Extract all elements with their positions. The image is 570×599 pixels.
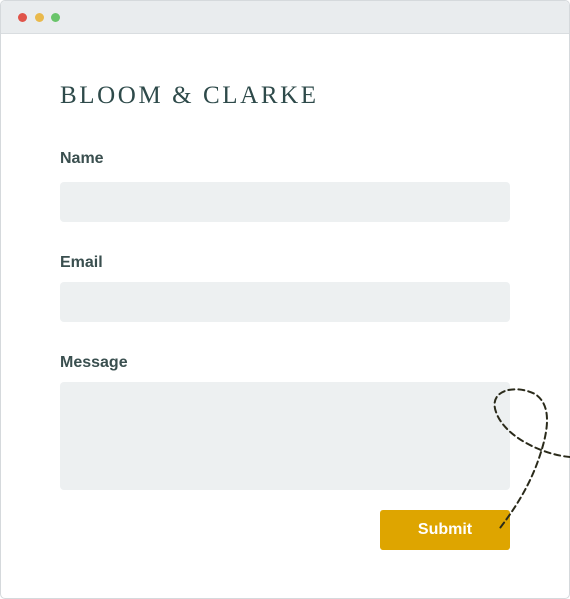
submit-button[interactable]: Submit [380,510,510,550]
name-input[interactable] [60,182,510,222]
maximize-window-icon[interactable] [51,13,60,22]
email-label: Email [60,254,103,271]
brand-logo: BLOOM & CLARKE [60,82,319,109]
message-label: Message [60,354,128,371]
name-label: Name [60,150,104,167]
minimize-window-icon[interactable] [35,13,44,22]
window-titlebar [1,1,569,34]
close-window-icon[interactable] [18,13,27,22]
email-input[interactable] [60,282,510,322]
message-textarea[interactable] [60,382,510,490]
